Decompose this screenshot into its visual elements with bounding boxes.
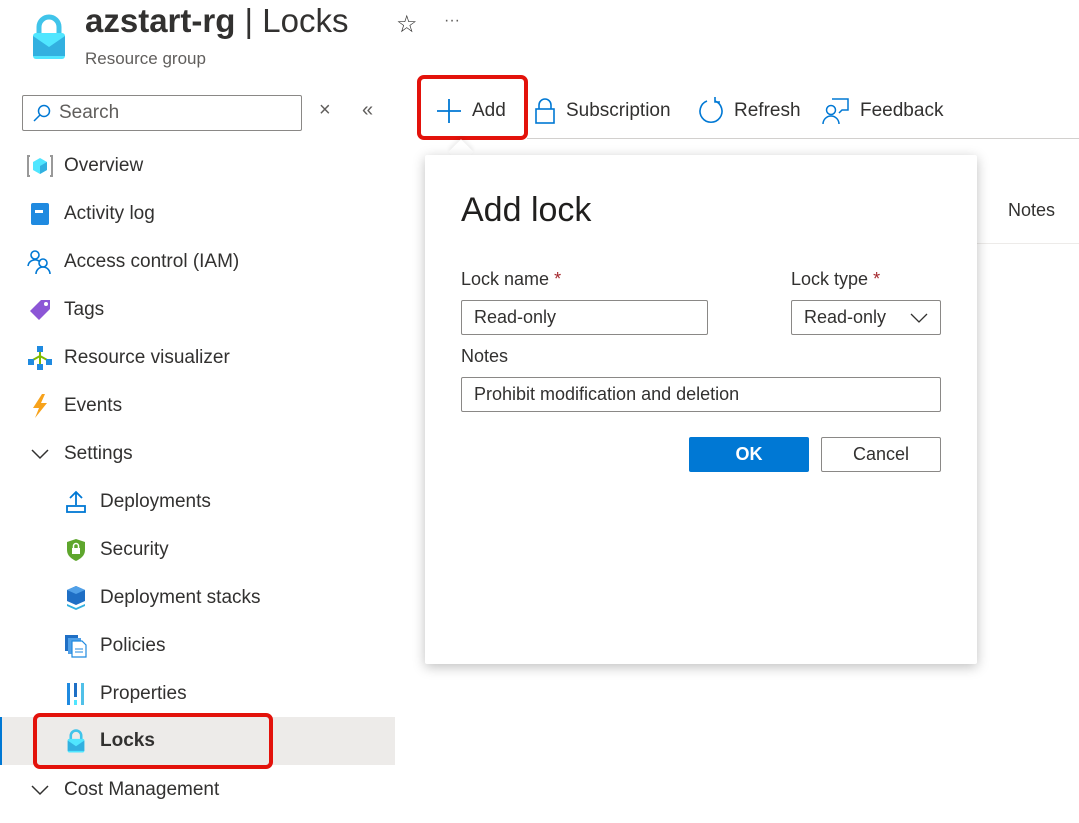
notes-column-header[interactable]: Notes	[1008, 200, 1055, 221]
sidebar-item-security[interactable]: Security	[0, 526, 395, 574]
search-input[interactable]: Search	[22, 95, 302, 131]
notes-label: Notes	[461, 346, 509, 366]
visualizer-icon	[27, 345, 53, 371]
lock-outline-icon	[535, 98, 555, 124]
add-highlight	[417, 75, 528, 140]
lock-type-label: Lock type *	[791, 269, 881, 289]
refresh-icon	[699, 97, 723, 123]
sidebar-item-properties[interactable]: Properties	[0, 670, 395, 718]
people-icon	[27, 249, 53, 275]
page-title: azstart-rg | Locks	[85, 2, 349, 39]
resource-lock-icon	[30, 14, 68, 60]
overview-cube-icon	[27, 153, 53, 179]
lightning-icon	[27, 393, 53, 419]
toolbar-divider	[527, 138, 1079, 139]
lock-type-dropdown[interactable]: Read-only	[791, 300, 941, 335]
sidebar-item-policies[interactable]: Policies	[0, 622, 395, 670]
subscription-button[interactable]: Subscription	[534, 92, 671, 130]
lock-name-input[interactable]: Read-only	[461, 300, 708, 335]
sidebar-item-deployments[interactable]: Deployments	[0, 478, 395, 526]
dialog-title: Add lock	[461, 191, 592, 229]
notes-input[interactable]: Prohibit modification and deletion	[461, 377, 941, 412]
clear-search-icon[interactable]: ×	[319, 99, 331, 122]
activity-log-icon	[27, 201, 53, 227]
sidebar-item-tags[interactable]: Tags	[0, 286, 395, 334]
sidebar-item-events[interactable]: Events	[0, 382, 395, 430]
sidebar-item-resource-visualizer[interactable]: Resource visualizer	[0, 334, 395, 382]
feedback-button[interactable]: Feedback	[822, 92, 943, 130]
feedback-icon	[822, 98, 849, 125]
table-header-divider	[977, 243, 1079, 244]
sidebar-item-overview[interactable]: Overview	[0, 142, 395, 190]
sidebar-group-cost-management[interactable]: Cost Management	[0, 766, 395, 814]
sidebar-group-settings[interactable]: Settings	[0, 430, 395, 478]
ok-button[interactable]: OK	[689, 437, 809, 472]
tag-icon	[27, 297, 53, 323]
search-icon	[33, 104, 51, 122]
sidebar-item-activity-log[interactable]: Activity log	[0, 190, 395, 238]
policy-icon	[63, 633, 89, 659]
chevron-down-icon	[27, 441, 53, 467]
properties-icon	[63, 681, 89, 707]
stack-icon	[63, 585, 89, 611]
chevron-down-icon	[27, 777, 53, 803]
add-lock-dialog: Add lock Lock name * Read-only Lock type…	[425, 155, 977, 664]
cancel-button[interactable]: Cancel	[821, 437, 941, 472]
locks-highlight	[33, 713, 273, 769]
search-placeholder: Search	[59, 102, 120, 123]
collapse-sidebar-icon[interactable]: «	[362, 99, 373, 122]
shield-icon	[63, 537, 89, 563]
star-icon[interactable]: ☆	[396, 10, 418, 39]
upload-icon	[63, 489, 89, 515]
ellipsis-icon[interactable]: ···	[444, 12, 460, 30]
chevron-down-icon	[910, 313, 928, 323]
refresh-button[interactable]: Refresh	[698, 92, 801, 130]
page-subtitle: Resource group	[85, 49, 206, 68]
lock-name-label: Lock name *	[461, 269, 562, 289]
sidebar-item-access-control[interactable]: Access control (IAM)	[0, 238, 395, 286]
sidebar-item-deployment-stacks[interactable]: Deployment stacks	[0, 574, 395, 622]
